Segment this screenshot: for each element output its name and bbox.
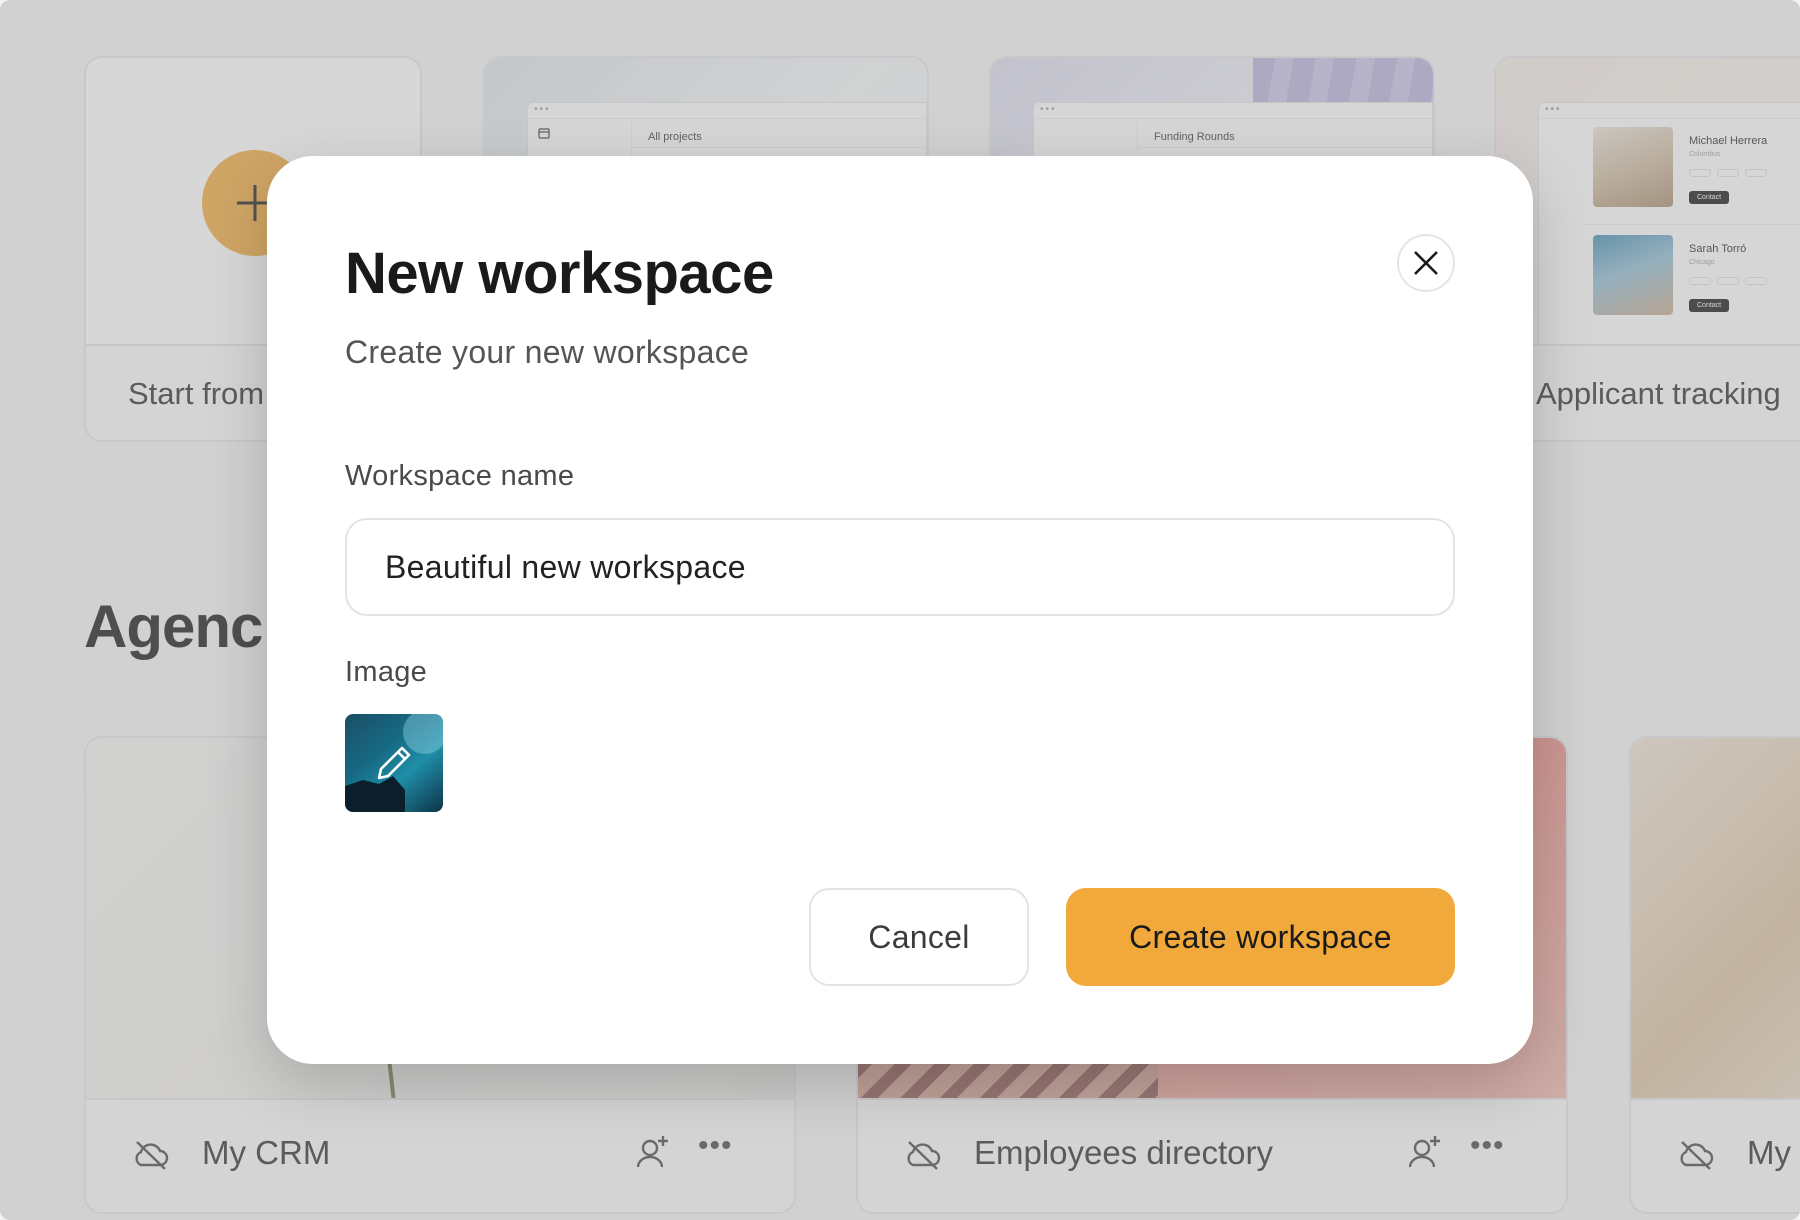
new-workspace-dialog: New workspace Create your new workspace … (267, 156, 1533, 1064)
create-workspace-button[interactable]: Create workspace (1066, 888, 1455, 986)
pencil-icon (377, 746, 411, 780)
close-icon (1414, 251, 1438, 275)
dialog-subtitle: Create your new workspace (345, 334, 750, 370)
app-frame: Start from ••• All projects ••• Funding … (0, 0, 1800, 1220)
dialog-title: New workspace (345, 241, 774, 306)
image-label: Image (345, 656, 428, 688)
cancel-button[interactable]: Cancel (809, 888, 1029, 986)
close-button[interactable] (1397, 234, 1455, 292)
workspace-name-input[interactable] (345, 518, 1455, 616)
workspace-name-label: Workspace name (345, 460, 575, 492)
workspace-image-picker[interactable] (345, 714, 443, 812)
